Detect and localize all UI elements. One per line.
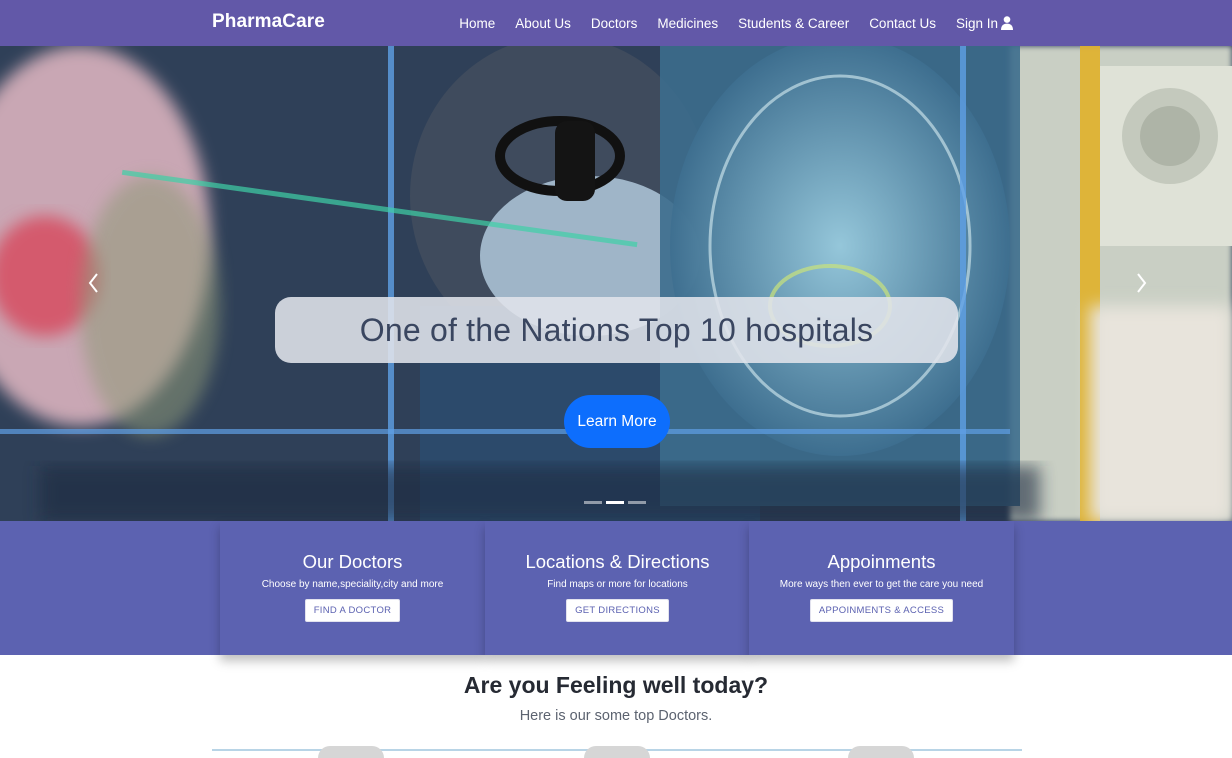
top-navbar: PharmaCare Home About Us Doctors Medicin…: [0, 0, 1232, 46]
chevron-left-icon: [88, 273, 98, 293]
nav-doctors[interactable]: Doctors: [591, 16, 638, 31]
nav-about-us[interactable]: About Us: [515, 16, 571, 31]
get-directions-button[interactable]: GET DIRECTIONS: [566, 599, 669, 622]
appointments-card-subtitle: More ways then ever to get the care you …: [779, 579, 984, 590]
doctors-card-subtitle: Choose by name,speciality,city and more: [261, 579, 444, 590]
carousel-indicators: [584, 501, 646, 504]
doctors-card-title: Our Doctors: [302, 551, 403, 572]
nav-contact-us[interactable]: Contact Us: [869, 16, 936, 31]
hero-title: One of the Nations Top 10 hospitals: [359, 311, 874, 348]
find-a-doctor-button[interactable]: FIND A DOCTOR: [304, 599, 401, 622]
nav-home[interactable]: Home: [459, 16, 495, 31]
locations-card-title: Locations & Directions: [525, 551, 710, 572]
doctors-card: Our Doctors Choose by name,speciality,ci…: [220, 521, 485, 655]
hero-carousel: One of the Nations Top 10 hospitals Lear…: [0, 46, 1232, 521]
appointments-card: Appoinments More ways then ever to get t…: [749, 521, 1014, 655]
learn-more-button[interactable]: Learn More: [564, 395, 670, 448]
hero-background-image: [0, 46, 1232, 521]
carousel-indicator-3[interactable]: [628, 501, 646, 504]
doctor-avatar[interactable]: [584, 746, 650, 758]
brand-logo[interactable]: PharmaCare: [212, 11, 325, 33]
doctor-avatar[interactable]: [848, 746, 914, 758]
carousel-prev-button[interactable]: [84, 268, 104, 298]
section-subtitle: Here is our some top Doctors.: [519, 708, 713, 724]
carousel-indicator-1[interactable]: [584, 501, 602, 504]
hero-caption-box: One of the Nations Top 10 hospitals: [275, 297, 958, 363]
sign-in-label: Sign In: [955, 15, 998, 31]
locations-card-subtitle: Find maps or more for locations: [547, 579, 688, 590]
section-title: Are you Feeling well today?: [463, 672, 769, 698]
nav-students-career[interactable]: Students & Career: [738, 16, 849, 31]
user-icon: [1001, 16, 1013, 30]
appointments-card-title: Appoinments: [827, 551, 936, 572]
chevron-right-icon: [1137, 273, 1147, 293]
nav-medicines[interactable]: Medicines: [657, 16, 718, 31]
carousel-next-button[interactable]: [1131, 268, 1151, 298]
appointments-access-button[interactable]: APPOINMENTS & ACCESS: [809, 599, 954, 622]
nav-sign-in[interactable]: Sign In: [956, 16, 1013, 31]
carousel-indicator-2[interactable]: [606, 501, 624, 504]
nav-menu: Home About Us Doctors Medicines Students…: [459, 0, 1013, 46]
locations-card: Locations & Directions Find maps or more…: [485, 521, 750, 655]
doctor-avatar[interactable]: [318, 746, 384, 758]
